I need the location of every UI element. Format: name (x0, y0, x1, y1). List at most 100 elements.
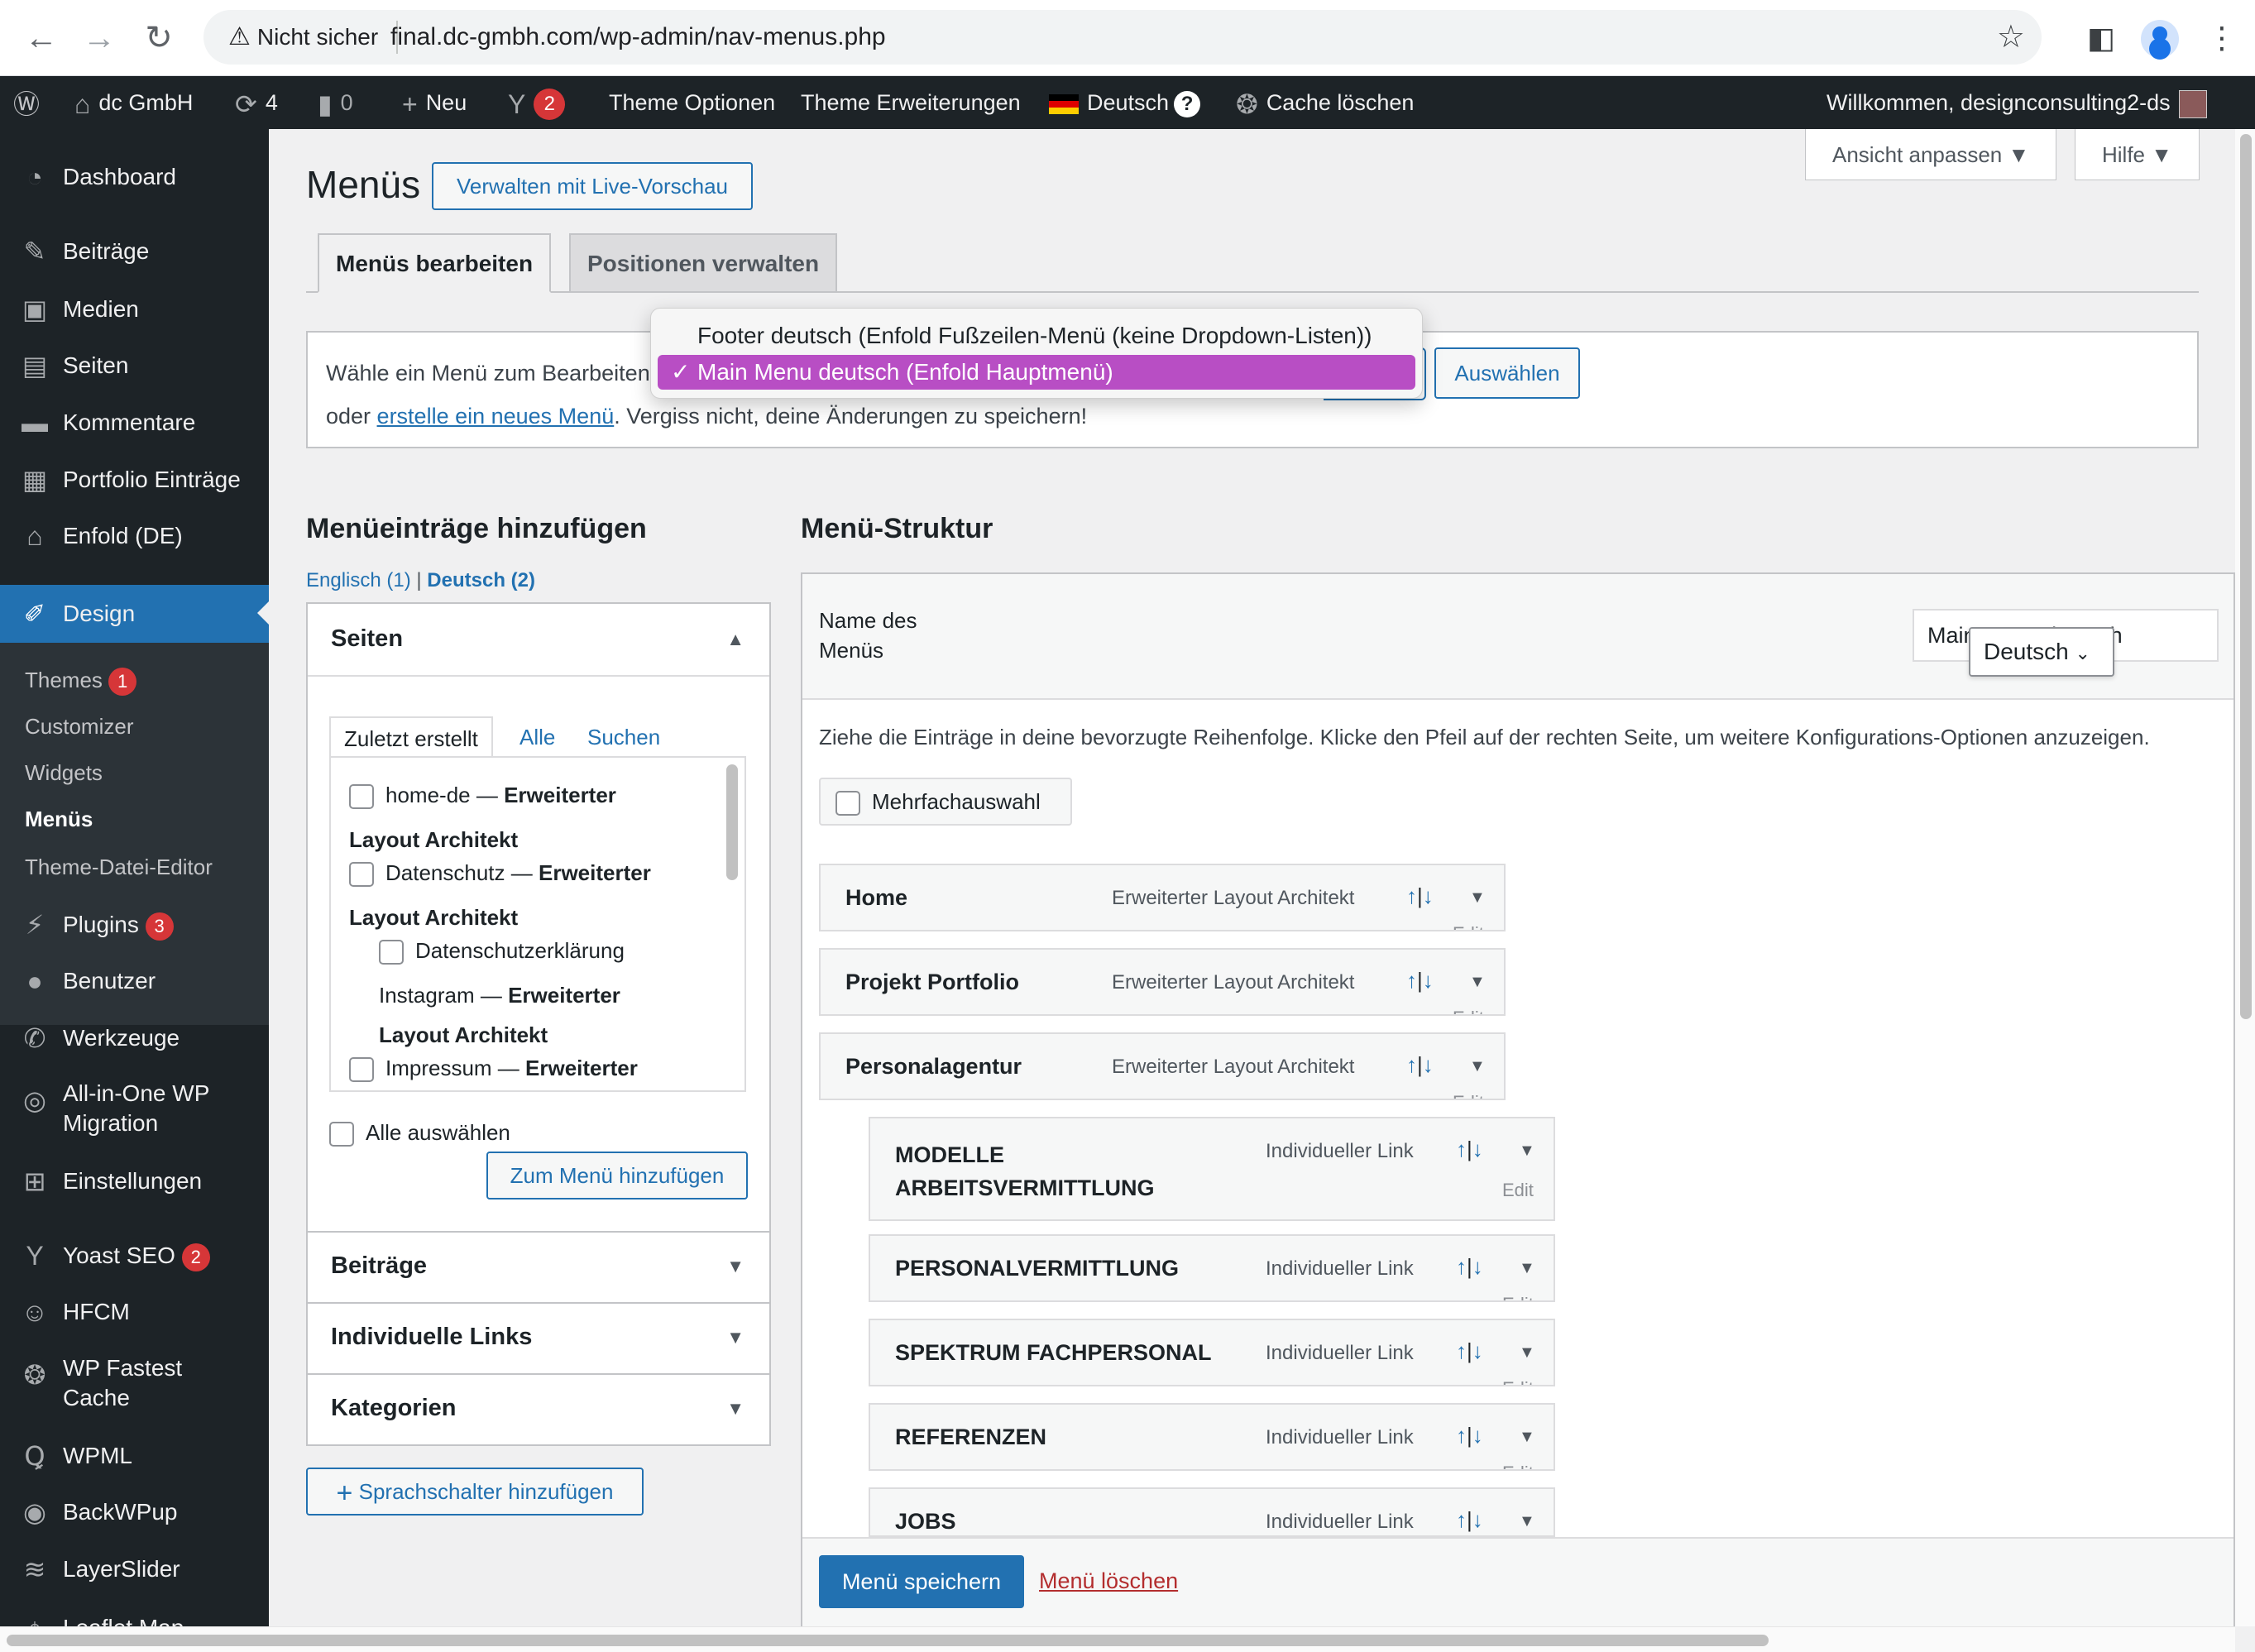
screen-options-button[interactable]: Ansicht anpassen ▼ (1805, 129, 2057, 180)
expand-toggle-icon[interactable]: ▼ (1519, 1428, 1535, 1447)
admin-bar-site[interactable]: ⌂ dc GmbH (74, 76, 193, 129)
live-preview-button[interactable]: Verwalten mit Live-Vorschau (432, 162, 753, 210)
menu-item-projekt-portfolio[interactable]: Projekt Portfolio Erweiterter Layout Arc… (819, 948, 1506, 1016)
arrow-down-icon[interactable]: ↓ (1472, 1254, 1483, 1279)
arrow-down-icon[interactable]: ↓ (1472, 1423, 1483, 1448)
admin-bar-account[interactable]: Willkommen, designconsulting2-ds (1827, 76, 2207, 129)
page-horizontal-scrollbar[interactable] (0, 1626, 2235, 1652)
lang-link-de[interactable]: Deutsch (2) (427, 569, 535, 591)
menu-item-personalvermittlung[interactable]: PERSONALVERMITTLUNG Individueller Link ↑… (869, 1234, 1555, 1302)
admin-bar-language[interactable]: Deutsch? (1049, 76, 1201, 129)
arrow-down-icon[interactable]: ↓ (1472, 1507, 1483, 1532)
menu-item-personalagentur[interactable]: Personalagentur Erweiterter Layout Archi… (819, 1032, 1506, 1100)
create-menu-link[interactable]: erstelle ein neues Menü (377, 404, 615, 429)
menu-option-main[interactable]: ✓ Main Menu deutsch (Enfold Hauptmenü) (658, 355, 1415, 390)
tab-manage-locations[interactable]: Positionen verwalten (569, 233, 838, 293)
move-arrows[interactable]: ↑|↓ (1456, 1338, 1483, 1364)
security-indicator[interactable]: ⚠ Nicht sicher (218, 21, 399, 54)
admin-bar-theme-extensions[interactable]: Theme Erweiterungen (801, 76, 1021, 129)
back-arrow-icon[interactable]: ← (18, 15, 65, 61)
select-menu-button[interactable]: Auswählen (1434, 347, 1580, 399)
arrow-down-icon[interactable]: ↓ (1423, 883, 1434, 908)
expand-toggle-icon[interactable]: ▼ (1469, 888, 1486, 907)
list-item[interactable]: Datenschutz — Erweiterter (349, 860, 651, 888)
arrow-up-icon[interactable]: ↑ (1406, 968, 1417, 993)
page-vertical-scrollbar[interactable] (2235, 129, 2255, 1626)
admin-bar-yoast[interactable]: Y2 (508, 76, 566, 129)
expand-toggle-icon[interactable]: ▼ (1469, 973, 1486, 992)
forward-arrow-icon[interactable]: → (76, 15, 122, 61)
profile-avatar-icon[interactable] (2141, 20, 2179, 58)
expand-toggle-icon[interactable]: ▼ (1469, 1057, 1486, 1076)
sidebar-item-plugins[interactable]: ⚡ Plugins 3 (0, 898, 269, 951)
list-item[interactable]: home-de — Erweiterter (349, 783, 616, 810)
caret-up-icon[interactable]: ▲ (726, 629, 744, 650)
sidebar-item-portfolio[interactable]: ▦ Portfolio Einträge (0, 453, 269, 506)
add-to-menu-button[interactable]: Zum Menü hinzufügen (486, 1152, 748, 1199)
sidebar-item-design[interactable]: ✐ Design (0, 585, 269, 643)
language-select[interactable]: Deutsch ⌄ (1969, 627, 2114, 677)
sidebar-item-pages[interactable]: ▤ Seiten (0, 339, 269, 392)
scroll-thumb[interactable] (2240, 134, 2252, 1019)
tab-search[interactable]: Suchen (587, 716, 660, 758)
checkbox[interactable] (379, 940, 404, 965)
sidebar-item-settings[interactable]: ⊞ Einstellungen (0, 1155, 269, 1208)
menu-item-modelle-arbeitsvermittlung[interactable]: MODELLE ARBEITSVERMITTLUNG Individueller … (869, 1117, 1555, 1221)
menu-item-spektrum-fachpersonal[interactable]: SPEKTRUM FACHPERSONAL Individueller Link… (869, 1319, 1555, 1386)
select-all-row[interactable]: Alle auswählen (329, 1120, 510, 1147)
move-arrows[interactable]: ↑|↓ (1406, 968, 1434, 994)
admin-bar-comments[interactable]: ▮ 0 (318, 76, 353, 129)
move-arrows[interactable]: ↑|↓ (1456, 1507, 1483, 1533)
wordpress-logo-icon[interactable]: Ⓦ (13, 76, 48, 129)
scroll-thumb[interactable] (7, 1635, 1769, 1646)
add-language-switcher-button[interactable]: + Sprachschalter hinzufügen (306, 1468, 644, 1516)
menu-item-home[interactable]: Home Erweiterter Layout Architekt ↑|↓ ▼ … (819, 864, 1506, 931)
custom-links-accordion[interactable]: Individuelle Links ▼ (306, 1302, 771, 1375)
arrow-up-icon[interactable]: ↑ (1456, 1338, 1467, 1363)
sidebar-item-media[interactable]: ▣ Medien (0, 283, 269, 336)
posts-accordion[interactable]: Beiträge ▼ (306, 1231, 771, 1304)
move-arrows[interactable]: ↑|↓ (1456, 1254, 1483, 1280)
sidebar-item-wpml[interactable]: Ꝗ WPML (0, 1429, 269, 1482)
sidebar-item-posts[interactable]: ✎ Beiträge (0, 225, 269, 278)
list-item[interactable]: Impressum — Erweiterter (349, 1056, 638, 1083)
arrow-up-icon[interactable]: ↑ (1406, 1052, 1417, 1077)
admin-bar-updates[interactable]: ⟳ 4 (235, 76, 278, 129)
expand-toggle-icon[interactable]: ▼ (1519, 1512, 1535, 1531)
sidebar-item-hfcm[interactable]: ☺ HFCM (0, 1286, 269, 1338)
submenu-menus[interactable]: Menüs (25, 807, 93, 832)
edit-label[interactable]: Edit (1453, 1008, 1484, 1014)
edit-label[interactable]: Edit (1502, 1463, 1534, 1469)
move-arrows[interactable]: ↑|↓ (1456, 1423, 1483, 1448)
move-arrows[interactable]: ↑|↓ (1406, 883, 1434, 909)
save-menu-button[interactable]: Menü speichern (819, 1555, 1024, 1608)
admin-bar-cache[interactable]: ❂ Cache löschen (1236, 76, 1414, 129)
move-arrows[interactable]: ↑|↓ (1406, 1052, 1434, 1078)
sidebar-item-tools[interactable]: ✆ Werkzeuge (0, 1012, 269, 1065)
menu-option-footer[interactable]: Footer deutsch (Enfold Fußzeilen-Menü (k… (658, 318, 1415, 353)
move-arrows[interactable]: ↑|↓ (1456, 1137, 1483, 1162)
submenu-themes[interactable]: Themes 1 (25, 668, 137, 697)
sidebar-item-users[interactable]: ● Benutzer (0, 955, 269, 1008)
help-button[interactable]: Hilfe ▼ (2075, 129, 2200, 180)
bulk-select-button[interactable]: Mehrfachauswahl (819, 778, 1072, 826)
submenu-customizer[interactable]: Customizer (25, 714, 133, 740)
bulk-select-checkbox[interactable] (835, 791, 860, 816)
sidebar-item-layerslider[interactable]: ≋ LayerSlider (0, 1543, 269, 1596)
expand-toggle-icon[interactable]: ▼ (1519, 1343, 1535, 1362)
arrow-up-icon[interactable]: ↑ (1456, 1507, 1467, 1532)
checkbox[interactable] (349, 862, 374, 888)
edit-label[interactable]: Edit (1453, 923, 1484, 930)
submenu-theme-editor[interactable]: Theme-Datei-Editor (25, 855, 213, 880)
list-scrollbar[interactable] (726, 764, 738, 880)
edit-label[interactable]: Edit (1502, 1294, 1534, 1300)
list-item[interactable]: Datenschutzerklärung (379, 938, 625, 965)
sidebar-item-dashboard[interactable]: ◔ Dashboard (0, 151, 269, 204)
checkbox[interactable] (349, 1057, 374, 1083)
arrow-down-icon[interactable]: ↓ (1423, 1052, 1434, 1077)
tab-edit-menus[interactable]: Menüs bearbeiten (318, 233, 552, 293)
reload-icon[interactable]: ↻ (136, 15, 182, 61)
edit-label[interactable]: Edit (1502, 1180, 1534, 1201)
side-panel-icon[interactable]: ◧ (2078, 15, 2124, 61)
more-menu-icon[interactable]: ⋮ (2199, 15, 2245, 61)
